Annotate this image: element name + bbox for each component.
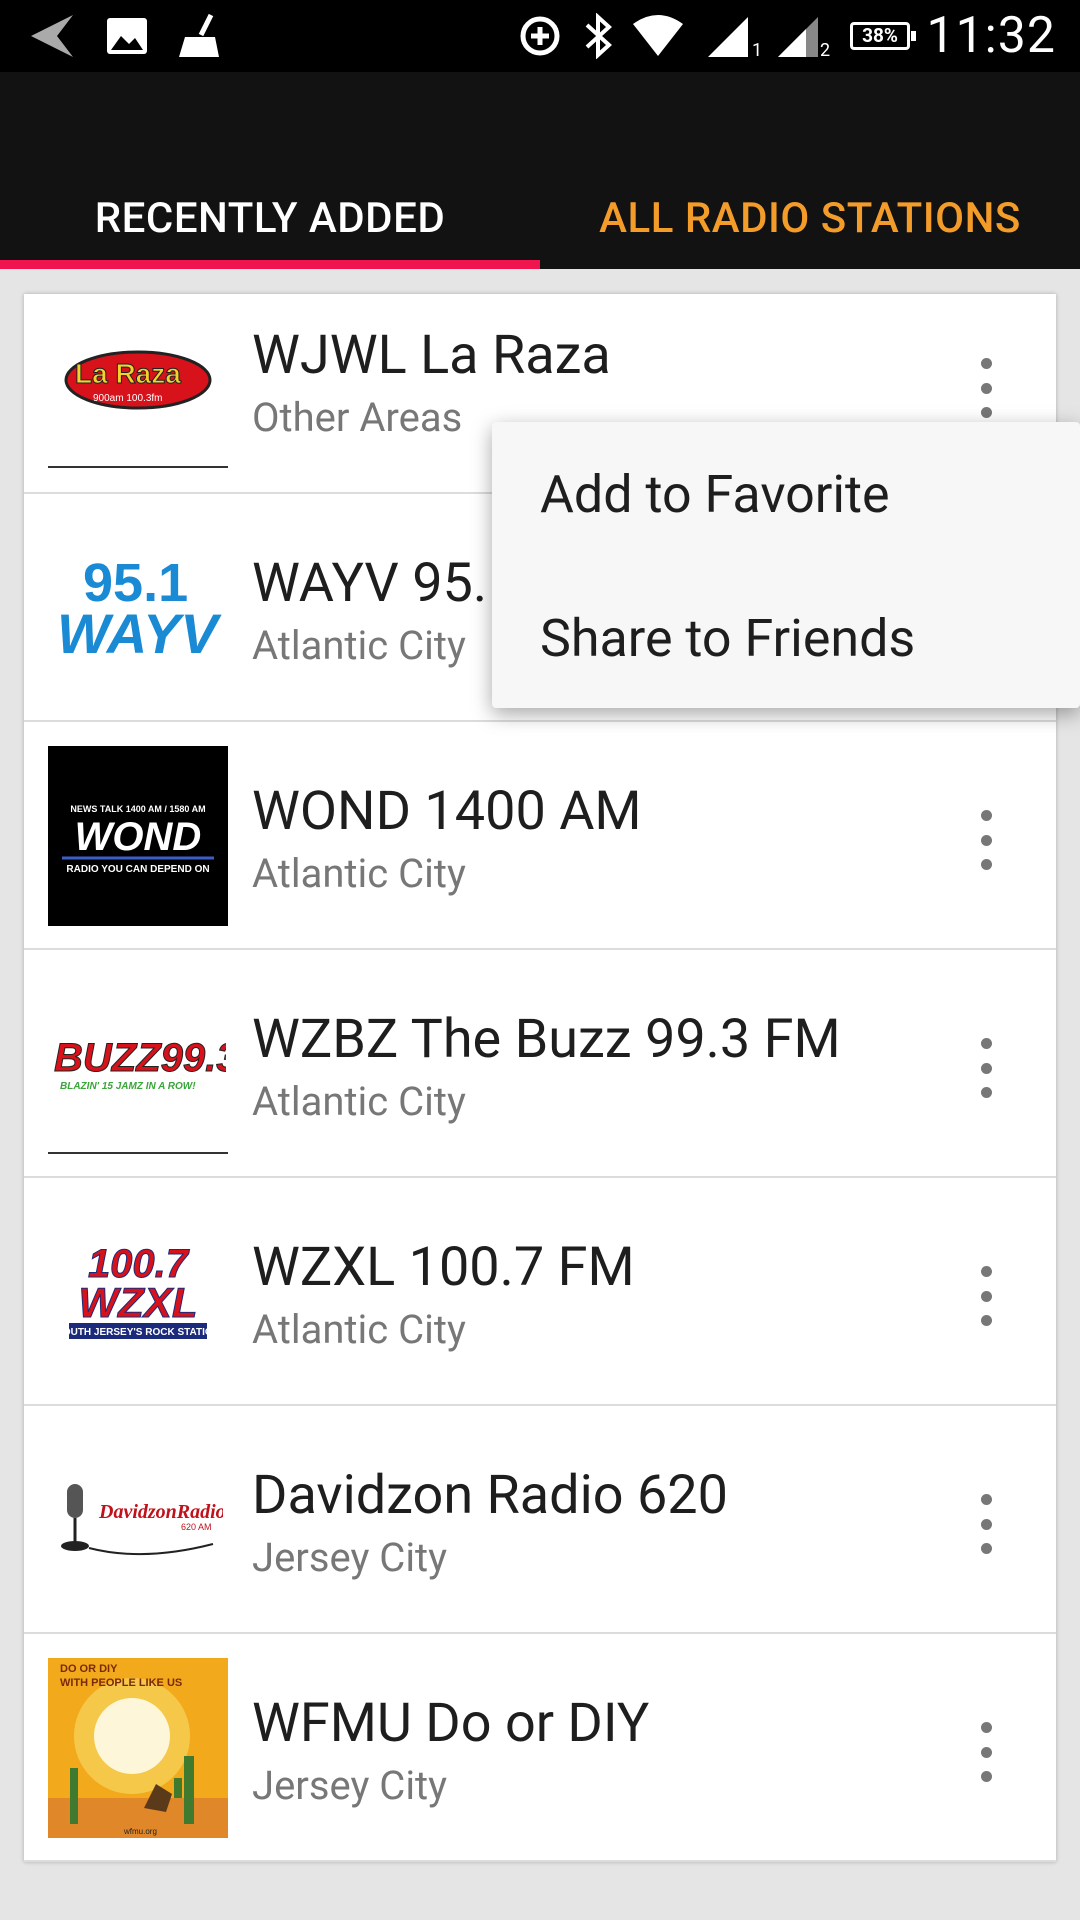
- logo-text: WOND: [75, 815, 202, 859]
- logo-text: WITH PEOPLE LIKE US: [60, 1677, 182, 1689]
- more-options-icon[interactable]: [976, 1494, 996, 1554]
- more-options-icon[interactable]: [976, 1038, 996, 1098]
- logo-subtext: RADIO YOU CAN DEPEND ON: [66, 864, 209, 875]
- logo-text: BUZZ99.3: [54, 1036, 226, 1080]
- list-item[interactable]: DO OR DIY WITH PEOPLE LIKE US wfmu.org W…: [24, 1634, 1056, 1862]
- station-location: Other Areas: [252, 394, 463, 441]
- station-name: WOND 1400 AM: [252, 780, 642, 843]
- logo-subtext: SOUTH JERSEY'S ROCK STATION: [63, 1327, 213, 1338]
- list-item[interactable]: DavidzonRadio 620 AM Davidzon Radio 620 …: [24, 1406, 1056, 1634]
- app-bar: RECENTLY ADDED ALL RADIO STATIONS: [0, 72, 1080, 269]
- logo-subtext: wfmu.org: [123, 1827, 157, 1836]
- logo-subtext: BLAZIN' 15 JAMZ IN A ROW!: [60, 1081, 196, 1092]
- popup-menu: Add to Favorite Share to Friends: [492, 422, 1080, 708]
- logo-text: DavidzonRadio: [98, 1501, 223, 1523]
- logo-subtext: 620 AM: [181, 1522, 212, 1532]
- station-logo: 100.7 WZXL SOUTH JERSEY'S ROCK STATION: [48, 1202, 228, 1382]
- tab-label: RECENTLY ADDED: [94, 193, 446, 243]
- tab-recently-added[interactable]: RECENTLY ADDED: [0, 167, 540, 269]
- more-options-icon[interactable]: [976, 1722, 996, 1782]
- logo-subtext: 900am 100.3fm: [93, 393, 163, 404]
- tab-all-radio-stations[interactable]: ALL RADIO STATIONS: [540, 167, 1080, 269]
- sim1-label: 1: [752, 40, 763, 61]
- station-logo: La Raza 900am 100.3fm: [48, 294, 228, 468]
- menu-item-add-to-favorite[interactable]: Add to Favorite: [540, 464, 890, 525]
- station-location: Atlantic City: [252, 850, 466, 897]
- more-options-icon[interactable]: [976, 1266, 996, 1326]
- logo-text: La Raza: [75, 358, 181, 389]
- more-options-icon[interactable]: [976, 358, 996, 418]
- station-logo: DO OR DIY WITH PEOPLE LIKE US wfmu.org: [48, 1658, 228, 1838]
- station-logo: DavidzonRadio 620 AM: [48, 1430, 228, 1610]
- tab-label: ALL RADIO STATIONS: [599, 193, 1021, 243]
- wifi-icon: [630, 0, 686, 72]
- signal-1-icon: [702, 0, 756, 72]
- station-name: WJWL La Raza: [252, 324, 611, 387]
- status-bar: 1 2 38% 11:32: [0, 0, 1080, 72]
- station-logo: NEWS TALK 1400 AM / 1580 AM WOND RADIO Y…: [48, 746, 228, 926]
- list-item[interactable]: NEWS TALK 1400 AM / 1580 AM WOND RADIO Y…: [24, 722, 1056, 950]
- sim2-label: 2: [820, 40, 831, 61]
- bluetooth-icon: [578, 0, 618, 72]
- menu-item-share-to-friends[interactable]: Share to Friends: [540, 608, 915, 669]
- image-icon: [102, 0, 152, 72]
- list-item[interactable]: 100.7 WZXL SOUTH JERSEY'S ROCK STATION W…: [24, 1178, 1056, 1406]
- station-location: Atlantic City: [252, 1306, 466, 1353]
- sync-icon: [514, 0, 566, 72]
- tab-indicator: [0, 260, 540, 269]
- station-location: Atlantic City: [252, 622, 466, 669]
- station-location: Jersey City: [252, 1534, 448, 1581]
- list-item[interactable]: BUZZ99.3 BLAZIN' 15 JAMZ IN A ROW! WZBZ …: [24, 950, 1056, 1178]
- station-logo: 95.1 WAYV: [48, 518, 228, 698]
- broom-icon: [172, 0, 228, 72]
- logo-text: NEWS TALK 1400 AM / 1580 AM: [70, 804, 205, 814]
- logo-text: WZXL: [79, 1279, 198, 1326]
- station-name: WAYV 95.: [252, 552, 488, 615]
- more-options-icon[interactable]: [976, 810, 996, 870]
- clock: 11:32: [926, 7, 1056, 65]
- station-name: Davidzon Radio 620: [252, 1464, 729, 1527]
- logo-text: DO OR DIY: [60, 1663, 118, 1675]
- station-logo: BUZZ99.3 BLAZIN' 15 JAMZ IN A ROW!: [48, 974, 228, 1154]
- station-location: Jersey City: [252, 1762, 448, 1809]
- station-name: WZXL 100.7 FM: [252, 1236, 635, 1299]
- logo-subtext: WAYV: [57, 602, 222, 665]
- station-name: WZBZ The Buzz 99.3 FM: [252, 1008, 841, 1071]
- signal-2-icon: [772, 0, 826, 72]
- battery-icon: 38%: [850, 22, 916, 50]
- back-arrow-icon: [22, 0, 82, 72]
- station-name: WFMU Do or DIY: [252, 1692, 650, 1755]
- station-location: Atlantic City: [252, 1078, 466, 1125]
